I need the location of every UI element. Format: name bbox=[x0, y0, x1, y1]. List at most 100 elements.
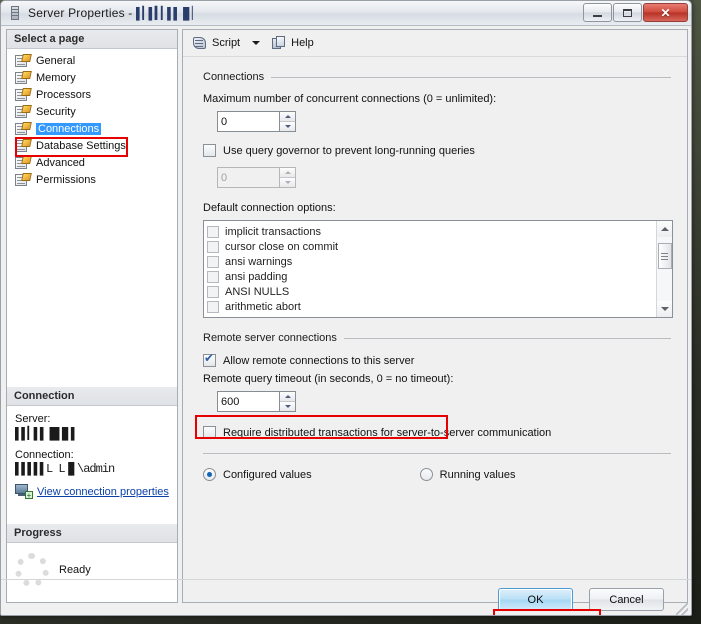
scrollbar-track[interactable] bbox=[657, 237, 673, 301]
server-properties-icon bbox=[7, 5, 23, 21]
query-governor-row[interactable]: Use query governor to prevent long-runni… bbox=[203, 144, 671, 157]
triangle-down-icon bbox=[660, 307, 669, 311]
help-label: Help bbox=[291, 37, 314, 49]
page-icon bbox=[15, 70, 32, 85]
list-item[interactable]: cursor close on commit bbox=[207, 239, 656, 254]
window-title-prefix: Server Properties - bbox=[28, 5, 137, 20]
triangle-down-icon bbox=[284, 405, 291, 408]
dialog-footer: OK Cancel bbox=[1, 579, 691, 615]
option-label: ansi padding bbox=[225, 270, 288, 283]
query-governor-stepper: 0 bbox=[217, 167, 296, 188]
query-governor-input: 0 bbox=[217, 167, 279, 188]
stepper-up-button[interactable] bbox=[280, 392, 295, 402]
script-button[interactable]: Script bbox=[189, 34, 243, 53]
list-item[interactable]: arithmetic abort bbox=[207, 299, 656, 314]
ok-button[interactable]: OK bbox=[498, 588, 573, 611]
title-bar: Server Properties - ▌▎▌▍▎▌▌▐▌▏ ✕ bbox=[1, 1, 691, 26]
running-values-radio[interactable] bbox=[419, 468, 433, 481]
stepper-down-button[interactable] bbox=[280, 122, 295, 131]
connection-label: Connection: bbox=[15, 449, 74, 461]
page-list: General Memory Processors Security Conne… bbox=[7, 49, 177, 188]
require-dtc-row[interactable]: Require distributed transactions for ser… bbox=[203, 426, 671, 439]
window-title: Server Properties - ▌▎▌▍▎▌▌▐▌▏ bbox=[28, 5, 199, 21]
option-checkbox[interactable] bbox=[207, 285, 219, 298]
list-item[interactable]: implicit transactions bbox=[207, 224, 656, 239]
divider bbox=[343, 337, 671, 339]
stepper-up-button bbox=[280, 168, 295, 178]
close-button[interactable]: ✕ bbox=[643, 3, 688, 22]
max-connections-input[interactable]: 0 bbox=[217, 111, 279, 132]
stepper-up-button[interactable] bbox=[280, 112, 295, 122]
computer-icon: + bbox=[15, 484, 33, 500]
page-icon bbox=[15, 53, 32, 68]
connection-panel: Connection Server: ▌▌▎▌▌▐█▐▌▌ Connection… bbox=[7, 387, 177, 503]
view-connection-properties-row[interactable]: + View connection properties bbox=[15, 484, 169, 500]
page-icon bbox=[15, 138, 32, 153]
sidebar-item-permissions[interactable]: Permissions bbox=[13, 171, 177, 188]
connection-value-redacted: ▌▌▌▌▌L L▐▌\admin bbox=[15, 462, 115, 476]
query-governor-label: Use query governor to prevent long-runni… bbox=[223, 144, 475, 157]
configured-values-radio[interactable] bbox=[203, 468, 216, 481]
triangle-up-icon bbox=[284, 115, 291, 118]
values-divider-row bbox=[203, 453, 671, 454]
progress-header: Progress bbox=[7, 524, 177, 543]
allow-remote-row[interactable]: Allow remote connections to this server bbox=[203, 352, 671, 367]
option-checkbox[interactable] bbox=[207, 255, 219, 268]
stepper-buttons[interactable] bbox=[279, 391, 296, 412]
list-scrollbar[interactable] bbox=[656, 221, 672, 317]
scrollbar-thumb[interactable] bbox=[657, 243, 672, 269]
require-dtc-checkbox[interactable] bbox=[203, 426, 216, 439]
page-icon bbox=[15, 87, 32, 102]
sidebar-item-memory[interactable]: Memory bbox=[13, 69, 177, 86]
divider bbox=[271, 76, 671, 78]
scroll-down-button[interactable] bbox=[656, 301, 672, 317]
stepper-buttons[interactable] bbox=[279, 111, 296, 132]
chevron-down-icon[interactable] bbox=[252, 41, 261, 45]
sidebar-item-security[interactable]: Security bbox=[13, 103, 177, 120]
list-item[interactable]: ansi padding bbox=[207, 269, 656, 284]
content-area: Connections Maximum number of concurrent… bbox=[183, 57, 687, 481]
minimize-button[interactable] bbox=[583, 3, 612, 22]
remote-section-title: Remote server connections bbox=[203, 332, 337, 344]
progress-status: Ready bbox=[59, 564, 91, 576]
option-checkbox[interactable] bbox=[207, 225, 219, 238]
option-checkbox[interactable] bbox=[207, 300, 219, 313]
maximize-button[interactable] bbox=[613, 3, 642, 22]
page-icon bbox=[15, 172, 32, 187]
option-checkbox[interactable] bbox=[207, 270, 219, 283]
list-item[interactable]: ansi warnings bbox=[207, 254, 656, 269]
remote-timeout-stepper[interactable]: 600 bbox=[217, 391, 296, 412]
sidebar-item-database-settings[interactable]: Database Settings bbox=[13, 137, 177, 154]
page-icon bbox=[15, 121, 32, 136]
scroll-up-button[interactable] bbox=[656, 221, 672, 237]
sidebar-item-processors[interactable]: Processors bbox=[13, 86, 177, 103]
toolbar: Script Help bbox=[183, 30, 687, 57]
query-governor-checkbox[interactable] bbox=[203, 144, 216, 157]
allow-remote-checkbox[interactable] bbox=[203, 352, 216, 367]
window-title-redacted-server-name: ▌▎▌▍▎▌▌▐▌▏ bbox=[136, 6, 199, 21]
right-pane: Script Help Connections Maximum number o… bbox=[182, 29, 688, 603]
sidebar-item-label: Memory bbox=[36, 71, 76, 84]
option-label: implicit transactions bbox=[225, 225, 321, 238]
help-button[interactable]: Help bbox=[269, 34, 317, 53]
stepper-down-button[interactable] bbox=[280, 402, 295, 411]
default-connection-options-list[interactable]: implicit transactions cursor close on co… bbox=[203, 220, 673, 318]
view-connection-properties-link[interactable]: View connection properties bbox=[37, 486, 169, 498]
remote-timeout-input[interactable]: 600 bbox=[217, 391, 279, 412]
allow-remote-label: Allow remote connections to this server bbox=[223, 354, 415, 367]
max-connections-label: Maximum number of concurrent connections… bbox=[203, 93, 497, 105]
configured-values-label: Configured values bbox=[223, 468, 312, 481]
option-label: cursor close on commit bbox=[225, 240, 339, 253]
triangle-up-icon bbox=[660, 227, 669, 231]
max-connections-stepper[interactable]: 0 bbox=[217, 111, 296, 132]
resize-grip[interactable] bbox=[676, 603, 688, 615]
sidebar-item-general[interactable]: General bbox=[13, 52, 177, 69]
cancel-button[interactable]: Cancel bbox=[589, 588, 664, 611]
sidebar-item-advanced[interactable]: Advanced bbox=[13, 154, 177, 171]
server-label: Server: bbox=[15, 413, 51, 425]
triangle-down-icon bbox=[284, 125, 291, 128]
sidebar-item-connections[interactable]: Connections bbox=[13, 120, 177, 137]
list-item[interactable]: ANSI NULLS bbox=[207, 284, 656, 299]
sidebar-item-label: Database Settings bbox=[36, 139, 126, 152]
option-checkbox[interactable] bbox=[207, 240, 219, 253]
